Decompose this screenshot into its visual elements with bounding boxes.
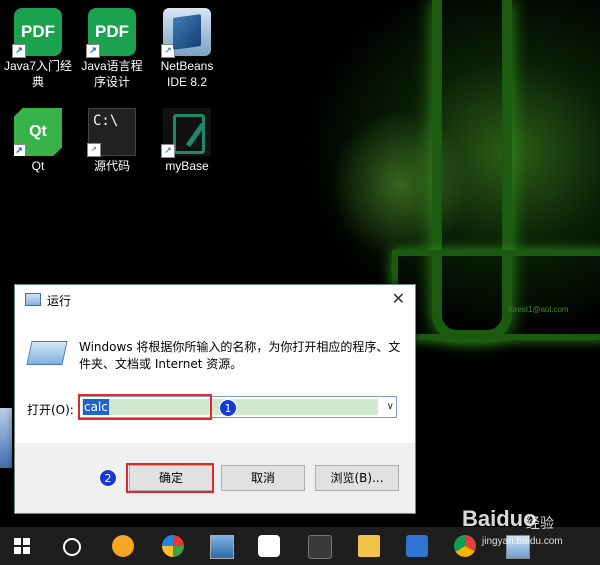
netbeans-icon: ↗ [161,8,211,58]
taskbar-wifi-app[interactable] [100,527,144,565]
desktop-icon-label: 源代码 [93,159,130,173]
shortcut-arrow-icon: ↗ [161,144,175,158]
desktop-icon-label: NetBeans [160,59,214,73]
wallpaper-watermark: forest1@aol.com [508,305,569,314]
desktop-icon-label: 典 [31,75,44,89]
baidu-watermark-url: jingyan.baidu.com [482,536,563,547]
run-dialog-titlebar[interactable]: 运行 ✕ [15,285,415,315]
taskbar-chrome[interactable] [442,527,486,565]
desktop-icon-label: Java语言程 [81,59,143,73]
taskbar-wps-app[interactable] [246,527,290,565]
desktop-icon-netbeans[interactable]: ↗ NetBeans IDE 8.2 [151,8,223,90]
monitor-app-icon [210,535,234,559]
desktop-icon-label: Java7入门经 [3,59,73,73]
background-window-edge [0,408,12,468]
shortcut-arrow-icon: ↗ [12,44,26,58]
run-description: Windows 将根据你所输入的名称，为你打开相应的程序、文件夹、文档或 Int… [79,340,401,371]
cancel-button[interactable]: 取消 [221,465,305,491]
run-large-icon [26,341,68,365]
step-badge-1: 1 [219,399,237,417]
run-dialog-body: Windows 将根据你所输入的名称，为你打开相应的程序、文件夹、文档或 Int… [15,315,415,443]
shortcut-arrow-icon: ↗ [87,143,101,157]
highlight-box-ok [126,463,214,493]
desktop-icon-qt[interactable]: Qt ↗ Qt [2,108,74,174]
wps-app-icon [258,535,280,557]
taskbar-terminal-app[interactable] [296,527,340,565]
highlight-box-input [78,394,212,420]
taskbar-game-app[interactable] [150,527,194,565]
wifi-app-icon [112,535,134,557]
chrome-icon [454,535,476,557]
wallpaper-frame-bar [392,250,600,340]
game-app-icon [162,535,184,557]
qt-icon: Qt ↗ [14,108,62,156]
run-dialog-title: 运行 [47,294,72,308]
windows-start-icon[interactable] [14,538,30,554]
desktop-icon-source-code[interactable]: C:\ ↗ 源代码 [76,108,148,174]
cmd-icon: C:\ ↗ [87,108,136,157]
open-label: 打开(O): [27,403,74,417]
run-icon [25,293,41,306]
pdf-icon: PDF ↗ [86,8,136,58]
chevron-down-icon[interactable]: ∨ [387,398,394,416]
mybase-icon: ↗ [161,108,211,158]
step-badge-2: 2 [99,469,117,487]
translator-icon [406,535,428,557]
desktop-icon-java7[interactable]: PDF ↗ Java7入门经 典 [2,8,74,90]
taskbar-file-explorer[interactable] [346,527,390,565]
desktop-icon-mybase[interactable]: ↗ myBase [151,108,223,174]
pdf-icon: PDF ↗ [12,8,62,58]
shortcut-arrow-icon: ↗ [14,144,26,156]
desktop-icon-label: 序设计 [93,75,130,89]
shortcut-arrow-icon: ↗ [161,44,175,58]
folder-icon [358,535,380,557]
taskbar-monitor-app[interactable] [198,527,242,565]
cortana-icon[interactable] [63,538,81,556]
taskbar-translator-app[interactable] [394,527,438,565]
baidu-watermark-suffix: 经验 [526,516,554,532]
desktop-icon-label: myBase [165,159,209,173]
run-dialog: 运行 ✕ Windows 将根据你所输入的名称，为你打开相应的程序、文件夹、文档… [14,284,416,514]
close-icon[interactable]: ✕ [392,289,405,309]
shortcut-arrow-icon: ↗ [86,44,100,58]
terminal-app-icon [308,535,332,559]
browse-button[interactable]: 浏览(B)... [315,465,399,491]
desktop-icon-label: Qt [31,159,45,173]
desktop-icon-label: IDE 8.2 [166,75,208,89]
desktop-icon-java-language[interactable]: PDF ↗ Java语言程 序设计 [76,8,148,90]
